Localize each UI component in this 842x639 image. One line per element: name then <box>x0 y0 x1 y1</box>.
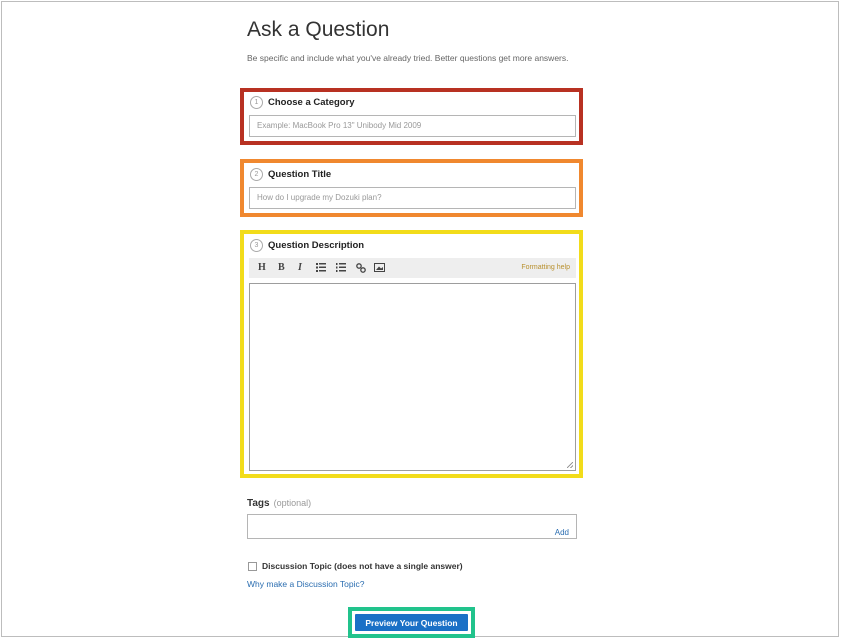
question-title-label: Question Title <box>268 169 332 180</box>
link-icon[interactable] <box>356 263 366 273</box>
add-tag-button[interactable]: Add <box>555 523 569 543</box>
category-input[interactable]: Example: MacBook Pro 13" Unibody Mid 200… <box>249 115 576 137</box>
discussion-topic-checkbox[interactable] <box>248 562 257 571</box>
step-number-3: 3 <box>250 239 263 252</box>
question-title-input[interactable]: How do I upgrade my Dozuki plan? <box>249 187 576 209</box>
category-section: 1 Choose a Category Example: MacBook Pro… <box>240 88 583 145</box>
question-description-section: 3 Question Description H B I Formatting … <box>240 230 583 478</box>
page-title: Ask a Question <box>247 18 390 41</box>
editor-toolbar: H B I Formatting help <box>249 258 576 278</box>
category-label: Choose a Category <box>268 97 355 108</box>
tags-label: Tags (optional) <box>247 498 311 509</box>
tags-label-text: Tags <box>247 498 270 509</box>
discussion-topic-label: Discussion Topic (does not have a single… <box>262 561 463 571</box>
resize-handle[interactable] <box>567 462 573 468</box>
heading-button[interactable]: H <box>258 262 266 273</box>
question-description-label: Question Description <box>268 240 365 251</box>
preview-question-button[interactable]: Preview Your Question <box>355 614 468 631</box>
tags-input[interactable]: Add <box>247 514 577 539</box>
question-title-section: 2 Question Title How do I upgrade my Doz… <box>240 159 583 217</box>
tags-optional-text: (optional) <box>273 498 312 508</box>
preview-highlight: Preview Your Question <box>348 607 475 638</box>
step-number-1: 1 <box>250 96 263 109</box>
bold-button[interactable]: B <box>278 262 285 273</box>
numbered-list-icon[interactable] <box>336 263 346 272</box>
image-icon[interactable] <box>374 263 385 272</box>
bullet-list-icon[interactable] <box>316 263 326 272</box>
page-subtitle: Be specific and include what you've alre… <box>247 53 569 63</box>
formatting-help-link[interactable]: Formatting help <box>521 264 570 271</box>
question-description-textarea[interactable] <box>249 283 576 471</box>
why-discussion-topic-link[interactable]: Why make a Discussion Topic? <box>247 579 364 589</box>
italic-button[interactable]: I <box>298 262 302 273</box>
step-number-2: 2 <box>250 168 263 181</box>
